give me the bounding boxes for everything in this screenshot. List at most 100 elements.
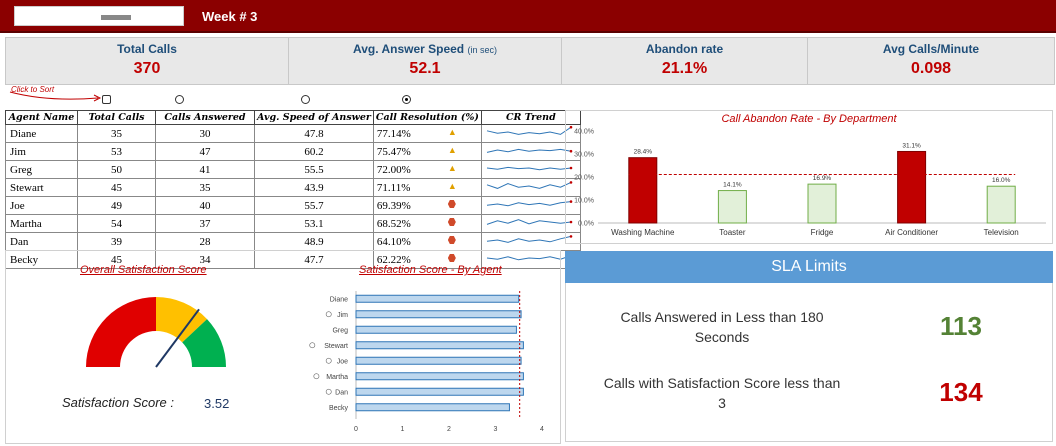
smiley-icon bbox=[325, 357, 332, 364]
kpi-calls-per-minute: Avg Calls/Minute 0.098 bbox=[808, 38, 1054, 84]
cell-call-resolution-text: 77.14% bbox=[376, 127, 411, 140]
cell-calls-answered-text: 35 bbox=[199, 181, 211, 194]
sparkline-path bbox=[487, 219, 572, 225]
y-tick-label: Jim bbox=[337, 312, 348, 319]
cell-total-calls: 49 bbox=[77, 196, 156, 215]
cell-answer-speed: 43.9 bbox=[254, 178, 374, 197]
bar bbox=[897, 150, 927, 224]
col-answer-speed[interactable]: Avg. Speed of Answer bbox=[254, 110, 374, 125]
kpi-value: 52.1 bbox=[409, 60, 441, 77]
cell-calls-answered-text: 41 bbox=[199, 163, 211, 176]
x-tick-label: Toaster bbox=[719, 228, 746, 237]
sort-radio-call-resolution[interactable] bbox=[402, 95, 411, 104]
sort-radio-calls-answered[interactable] bbox=[175, 95, 184, 104]
sla-row-value: 134 bbox=[939, 377, 983, 407]
y-tick-label: 10.0% bbox=[574, 198, 594, 205]
alert-hexagon-icon bbox=[447, 236, 456, 244]
cell-call-resolution-text: 69.39% bbox=[376, 199, 411, 212]
bar bbox=[355, 294, 520, 303]
cell-total-calls-text: 39 bbox=[111, 235, 122, 248]
cell-call-resolution: 77.14% ▲ bbox=[372, 124, 482, 143]
gauge-red-zone bbox=[86, 297, 156, 367]
agent-score-title: Satisfaction Score - By Agent bbox=[359, 264, 502, 276]
y-tick-label: Stewart bbox=[324, 343, 348, 350]
cell-agent-name: Joe bbox=[5, 196, 78, 215]
bar-value-label: 16.9% bbox=[813, 175, 832, 182]
cell-agent-name: Greg bbox=[5, 160, 78, 179]
kpi-title: Total Calls bbox=[117, 42, 177, 56]
cell-answer-speed-text: 43.9 bbox=[304, 181, 324, 194]
cell-call-resolution: 71.11% ▲ bbox=[372, 178, 482, 197]
cell-call-resolution-text: 72.00% bbox=[376, 163, 411, 176]
cell-total-calls: 54 bbox=[77, 214, 156, 233]
cell-agent-name: Jim bbox=[5, 142, 78, 161]
sparkline-path bbox=[487, 148, 572, 153]
col-agent-name[interactable]: Agent Name bbox=[5, 110, 78, 125]
abandon-chart-plot: 0.0% 10.0% 20.0% 30.0% 40.0% 28.4% Washing Mac… bbox=[574, 129, 1046, 237]
bar bbox=[355, 356, 522, 365]
sort-arrow-icon bbox=[9, 91, 102, 102]
warning-triangle-icon: ▲ bbox=[447, 163, 457, 173]
cell-agent-name: Dan bbox=[5, 232, 78, 251]
kpi-subtitle: (in sec) bbox=[467, 45, 497, 55]
warning-triangle-icon: ▲ bbox=[447, 145, 457, 155]
y-tick-label: Dan bbox=[335, 389, 348, 396]
y-tick-label: 20.0% bbox=[574, 175, 594, 182]
cell-agent-name-text: Martha bbox=[10, 217, 42, 230]
sparkline-path bbox=[487, 166, 572, 171]
cell-agent-name: Stewart bbox=[5, 178, 78, 197]
sparkline-path bbox=[487, 201, 572, 207]
cell-total-calls: 50 bbox=[77, 160, 156, 179]
cell-answer-speed-text: 55.5 bbox=[304, 163, 324, 176]
cell-calls-answered: 47 bbox=[155, 142, 255, 161]
cell-total-calls-text: 35 bbox=[111, 127, 122, 140]
bar bbox=[355, 372, 524, 381]
cell-answer-speed-text: 48.9 bbox=[304, 235, 324, 248]
cell-calls-answered: 40 bbox=[155, 196, 255, 215]
cell-call-resolution: 64.10% bbox=[372, 232, 482, 251]
table-row: Dan 39 28 48.9 64.10% bbox=[5, 232, 581, 251]
smiley-icon bbox=[309, 342, 316, 349]
x-tick-label: Fridge bbox=[811, 228, 834, 237]
cell-answer-speed-text: 60.2 bbox=[304, 145, 324, 158]
cell-agent-name: Martha bbox=[5, 214, 78, 233]
cell-total-calls: 53 bbox=[77, 142, 156, 161]
sla-title: SLA Limits bbox=[565, 251, 1053, 283]
cell-calls-answered: 28 bbox=[155, 232, 255, 251]
col-call-resolution[interactable]: Call Resolution (%) bbox=[372, 110, 482, 125]
bar bbox=[986, 185, 1016, 224]
cell-calls-answered-text: 37 bbox=[199, 217, 211, 230]
x-tick-label: Washing Machine bbox=[611, 228, 675, 237]
cell-agent-name-text: Jim bbox=[10, 145, 26, 158]
y-tick-label: Greg bbox=[332, 327, 348, 334]
cell-call-resolution: 68.52% bbox=[372, 214, 482, 233]
sort-radio-total-calls[interactable] bbox=[102, 95, 111, 104]
cell-agent-name-text: Stewart bbox=[10, 181, 44, 194]
x-tick-label: 3 bbox=[494, 426, 498, 433]
scroll-thumb[interactable] bbox=[101, 15, 131, 20]
smiley-icon bbox=[325, 311, 332, 318]
week-selector[interactable] bbox=[14, 6, 184, 26]
sort-radio-answer-speed[interactable] bbox=[301, 95, 310, 104]
table-row: Greg 50 41 55.5 72.00% ▲ bbox=[5, 160, 581, 179]
bar bbox=[807, 183, 837, 224]
sla-row-value: 113 bbox=[940, 311, 982, 341]
y-tick-label: Diane bbox=[330, 296, 348, 303]
satisfaction-value: 3.52 bbox=[204, 396, 230, 411]
cell-calls-answered: 41 bbox=[155, 160, 255, 179]
bar bbox=[355, 341, 524, 350]
col-calls-answered[interactable]: Calls Answered bbox=[155, 110, 255, 125]
cell-calls-answered: 37 bbox=[155, 214, 255, 233]
cell-total-calls-text: 49 bbox=[111, 199, 122, 212]
cell-total-calls: 39 bbox=[77, 232, 156, 251]
sla-row: Calls with Satisfaction Score less than … bbox=[566, 371, 1054, 421]
table-header-row: Agent Name Total Calls Calls Answered Av… bbox=[5, 110, 581, 125]
bar-value-label: 28.4% bbox=[634, 149, 653, 156]
x-tick-label: 0 bbox=[354, 426, 358, 433]
cell-calls-answered: 35 bbox=[155, 178, 255, 197]
col-total-calls[interactable]: Total Calls bbox=[77, 110, 156, 125]
table-row: Stewart 45 35 43.9 71.11% ▲ bbox=[5, 178, 581, 197]
sparkline-path bbox=[487, 235, 572, 243]
cell-agent-name-text: Dan bbox=[10, 235, 29, 248]
bar bbox=[355, 325, 517, 334]
